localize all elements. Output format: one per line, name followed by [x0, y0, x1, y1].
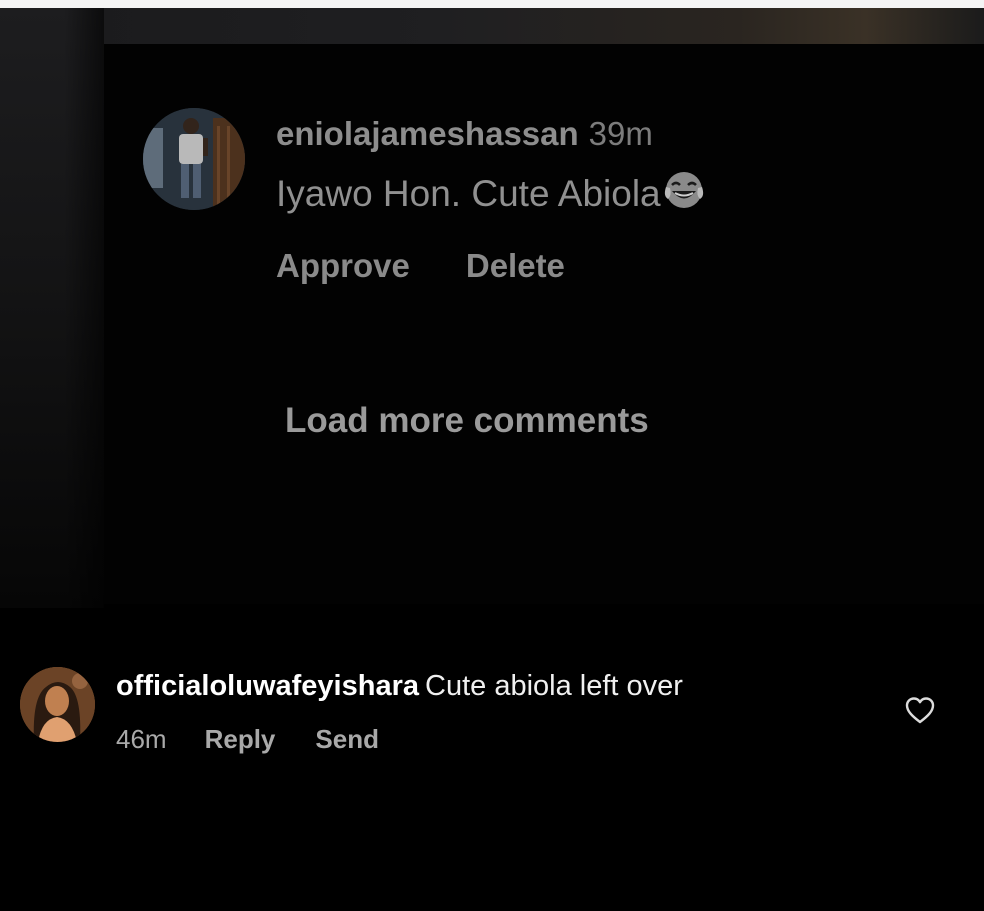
send-button[interactable]: Send [315, 722, 379, 756]
comment-body: officialoluwafeyishara Cute abiola left o… [116, 667, 683, 705]
comment-timestamp: 46m [116, 724, 167, 754]
comment-text: Iyawo Hon. Cute Abiola [276, 170, 705, 221]
comment-username[interactable]: eniolajameshassan [276, 115, 579, 152]
reply-button[interactable]: Reply [205, 722, 276, 756]
avatar-person-icon [143, 108, 245, 210]
approve-button[interactable]: Approve [276, 246, 410, 286]
device-bezel-left [0, 8, 104, 608]
avatar[interactable] [20, 667, 95, 742]
comment-meta: 46m Reply Send [116, 722, 379, 756]
comment-username[interactable]: officialoluwafeyishara [116, 670, 419, 702]
pending-comment: eniolajameshassan 39m Iyawo Hon. Cute Abi… [143, 108, 863, 308]
screen: eniolajameshassan 39m Iyawo Hon. Cute Abi… [0, 0, 984, 911]
comment-item: officialoluwafeyishara Cute abiola left o… [20, 667, 960, 767]
comment-timestamp: 39m [588, 115, 653, 152]
heart-outline-icon[interactable] [904, 695, 936, 725]
avatar-person-icon [20, 667, 95, 742]
load-more-comments-button[interactable]: Load more comments [285, 399, 649, 443]
comment-text-content: Iyawo Hon. Cute Abiola [276, 173, 661, 214]
pending-comment-header: eniolajameshassan 39m [276, 114, 653, 154]
delete-button[interactable]: Delete [466, 246, 565, 286]
moderation-actions: Approve Delete [276, 246, 565, 286]
device-bezel-top [0, 8, 984, 44]
avatar[interactable] [143, 108, 245, 210]
photo-border [0, 0, 984, 8]
face-with-tears-of-joy-icon [663, 170, 705, 221]
comment-text: Cute abiola left over [425, 670, 683, 702]
